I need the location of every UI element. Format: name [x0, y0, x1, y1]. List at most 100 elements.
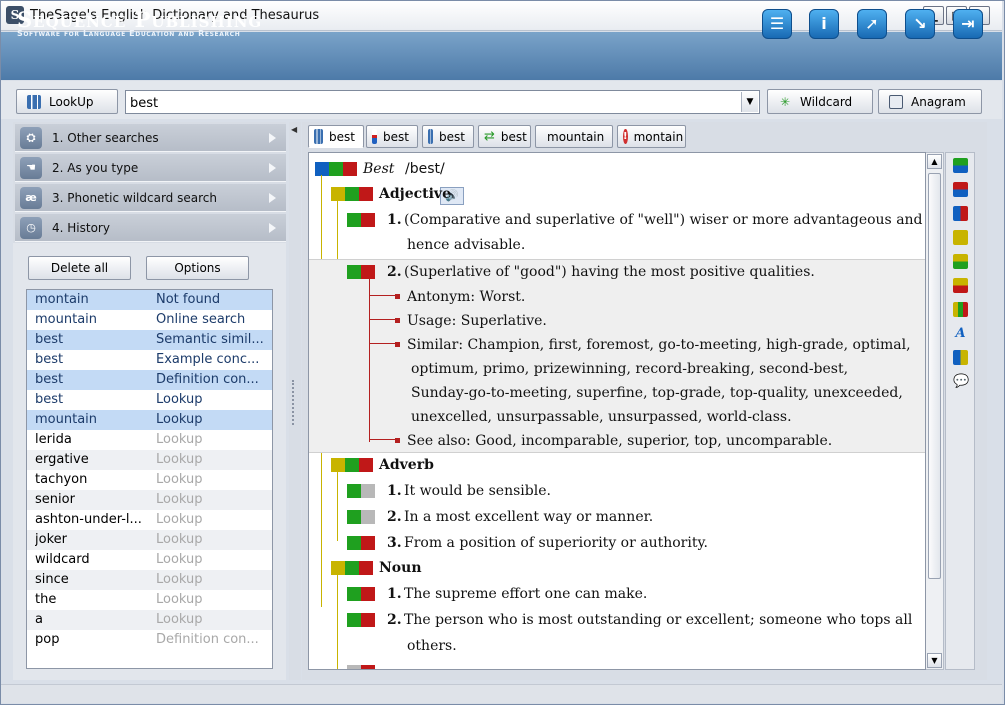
tab-best-dictionary[interactable]: best: [308, 125, 364, 148]
sense-number: 3.: [387, 535, 402, 551]
font-icon[interactable]: A: [953, 326, 968, 341]
history-word: tachyon: [35, 472, 88, 487]
walk-icon[interactable]: ➚: [857, 9, 887, 39]
history-word: mountain: [35, 412, 98, 427]
olive-green-red-icon[interactable]: [953, 302, 968, 317]
wildcard-button[interactable]: ✳ Wildcard: [767, 89, 873, 114]
detail-connector: [369, 439, 395, 440]
list-icon[interactable]: ☰: [762, 9, 792, 39]
olive-red-icon[interactable]: [953, 278, 968, 293]
options-button[interactable]: Options: [146, 256, 249, 280]
collapse-left-icon[interactable]: ◀: [291, 124, 299, 136]
columns-icon: [428, 129, 434, 144]
accordion-other-searches[interactable]: ⛭ 1. Other searches: [15, 124, 286, 152]
accordion-history[interactable]: ◷ 4. History: [15, 214, 286, 242]
sense-text: It would be sensible.: [404, 483, 551, 499]
history-source: Lookup: [156, 392, 203, 407]
chevron-down-icon[interactable]: ▼: [741, 92, 758, 112]
pronunciation[interactable]: /best/: [405, 157, 445, 181]
tab-montain[interactable]: ! montain: [617, 125, 686, 148]
history-source: Lookup: [156, 532, 203, 547]
binoculars-icon: ⛭: [20, 126, 42, 149]
history-word: ergative: [35, 452, 89, 467]
tab-best-columns[interactable]: best: [422, 125, 474, 148]
book-icon: [314, 129, 324, 144]
list-item[interactable]: a Lookup: [27, 610, 272, 630]
comment-icon[interactable]: 💬: [953, 374, 969, 389]
history-word: lerida: [35, 432, 72, 447]
exit-icon[interactable]: ⇥: [953, 9, 983, 39]
history-source: Lookup: [156, 612, 203, 627]
tab-mountain[interactable]: mountain: [535, 125, 613, 148]
list-item[interactable]: wildcard Lookup: [27, 550, 272, 570]
scroll-up-icon[interactable]: ▲: [927, 154, 942, 169]
list-item[interactable]: tachyon Lookup: [27, 470, 272, 490]
anagram-button[interactable]: Anagram: [878, 89, 982, 114]
sense-text: others.: [407, 638, 457, 654]
detail-tree-line: [369, 278, 370, 442]
list-item[interactable]: joker Lookup: [27, 530, 272, 550]
olive-green-icon[interactable]: [953, 254, 968, 269]
splitter-grip[interactable]: [292, 380, 297, 425]
phonetic-icon: æ: [20, 186, 42, 209]
list-item[interactable]: the Lookup: [27, 590, 272, 610]
search-combobox[interactable]: ▼: [125, 90, 760, 114]
tab-best-chart[interactable]: best: [366, 125, 418, 148]
vertical-scrollbar[interactable]: ▲ ▼: [926, 152, 944, 670]
history-source: Lookup: [156, 412, 203, 427]
grid-icon[interactable]: [953, 350, 968, 365]
history-source: Lookup: [156, 512, 203, 527]
delete-all-button[interactable]: Delete all: [28, 256, 131, 280]
search-input[interactable]: [130, 94, 730, 112]
green-marker-icon: [347, 484, 361, 498]
view-options-sidebar: A 💬: [945, 152, 975, 670]
history-source: Definition con...: [156, 632, 259, 647]
list-item[interactable]: mountain Online search: [27, 310, 272, 330]
history-source: Lookup: [156, 472, 203, 487]
list-item[interactable]: best Semantic simil...: [27, 330, 272, 350]
tab-best-related[interactable]: ⇄ best: [478, 125, 531, 148]
blue-red-icon[interactable]: [953, 206, 968, 221]
list-item[interactable]: best Definition con...: [27, 370, 272, 390]
scroll-thumb[interactable]: [928, 173, 941, 579]
list-item[interactable]: ashton-under-l... Lookup: [27, 510, 272, 530]
history-source: Online search: [156, 312, 246, 327]
list-item[interactable]: senior Lookup: [27, 490, 272, 510]
accordion-phonetic-wildcard[interactable]: æ 3. Phonetic wildcard search: [15, 184, 286, 212]
olive-marker-icon: [331, 458, 345, 472]
accordion-as-you-type[interactable]: ☚ 2. As you type: [15, 154, 286, 182]
list-item[interactable]: since Lookup: [27, 570, 272, 590]
lookup-button[interactable]: LookUp: [16, 89, 118, 114]
sense-number: 1.: [387, 212, 402, 228]
list-item[interactable]: best Lookup: [27, 390, 272, 410]
list-item[interactable]: montain Not found: [27, 290, 272, 310]
gray-marker-icon: [347, 665, 361, 669]
banner: [1, 32, 1002, 80]
arrows-icon: ⇄: [484, 129, 495, 144]
detail-text: Antonym: Worst.: [407, 289, 526, 305]
olive-icon[interactable]: [953, 230, 968, 245]
list-item[interactable]: pop Definition con...: [27, 630, 272, 650]
pointer-icon[interactable]: ↘: [905, 9, 935, 39]
list-item[interactable]: ergative Lookup: [27, 450, 272, 470]
history-list[interactable]: montain Not found mountain Online search b…: [26, 289, 273, 669]
list-item[interactable]: best Example conc...: [27, 350, 272, 370]
blue-marker-icon: [315, 162, 329, 176]
history-word: wildcard: [35, 552, 90, 567]
blue-green-icon[interactable]: [953, 158, 968, 173]
info-icon[interactable]: i: [809, 9, 839, 39]
sense-text: The supreme effort one can make.: [404, 586, 648, 602]
history-word: joker: [35, 532, 67, 547]
headword: Best: [363, 161, 395, 177]
detail-text: Similar: Champion, first, foremost, go-t…: [407, 337, 911, 353]
history-source: Lookup: [156, 592, 203, 607]
bullet-icon: [395, 318, 400, 323]
list-item[interactable]: lerida Lookup: [27, 430, 272, 450]
lookup-label: LookUp: [49, 94, 94, 109]
wildcard-label: Wildcard: [800, 94, 853, 109]
tab-label: best: [500, 129, 527, 144]
definition-pane[interactable]: Best /best/ 🔊 Adjective 1. (Comparative …: [308, 152, 926, 670]
scroll-down-icon[interactable]: ▼: [927, 653, 942, 668]
list-item[interactable]: mountain Lookup: [27, 410, 272, 430]
red-blue-icon[interactable]: [953, 182, 968, 197]
